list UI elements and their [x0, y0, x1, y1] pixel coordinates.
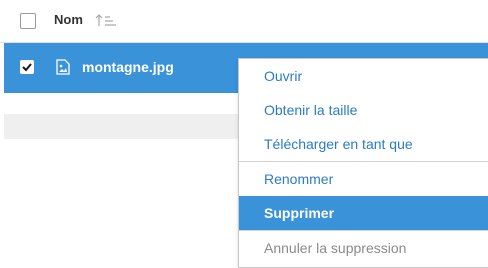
file-list-header: Nom — [0, 0, 488, 43]
select-all-checkbox[interactable] — [20, 13, 36, 29]
image-file-icon — [56, 59, 70, 75]
menu-item-rename[interactable]: Renommer — [239, 162, 488, 196]
file-row-checkbox[interactable] — [20, 60, 34, 74]
column-header-name[interactable]: Nom — [54, 12, 83, 27]
context-menu: Ouvrir Obtenir la taille Télécharger en … — [238, 58, 488, 268]
menu-item-delete[interactable]: Supprimer — [239, 196, 488, 230]
menu-item-download-as[interactable]: Télécharger en tant que — [239, 127, 488, 161]
menu-item-open[interactable]: Ouvrir — [239, 59, 488, 93]
menu-item-get-size[interactable]: Obtenir la taille — [239, 93, 488, 127]
sort-ascending-icon[interactable] — [95, 12, 117, 28]
file-name[interactable]: montagne.jpg — [82, 59, 174, 75]
menu-item-undo-delete: Annuler la suppression — [264, 240, 407, 256]
